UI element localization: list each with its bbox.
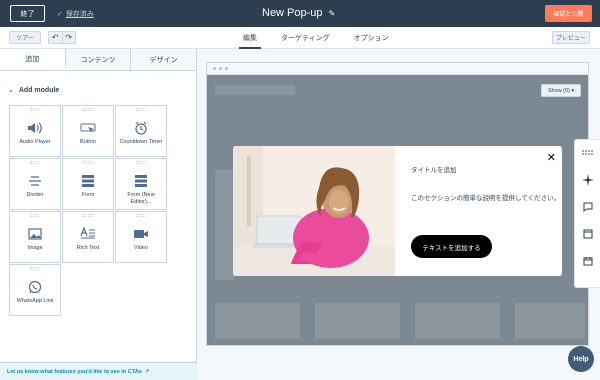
editor-tabs: 編集 ターゲティング オプション	[231, 27, 401, 49]
video-camera-icon	[132, 226, 150, 242]
comment-icon[interactable]	[581, 200, 595, 214]
drag-handle-icon	[136, 161, 146, 164]
drag-handle-icon	[136, 214, 146, 217]
calendar-icon[interactable]	[581, 254, 595, 268]
alarm-clock-icon	[132, 120, 150, 136]
button-icon	[79, 120, 97, 136]
close-icon[interactable]: ✕	[547, 151, 556, 164]
redo-icon[interactable]: ↷	[62, 31, 76, 44]
help-button[interactable]: Help	[568, 346, 594, 372]
check-icon: ✓	[57, 11, 63, 18]
drag-handle-icon	[30, 161, 40, 164]
undo-redo-group: ↶ ↷	[48, 31, 76, 44]
tab-design[interactable]: デザイン	[131, 49, 197, 70]
popup-description[interactable]: このセクションの簡単な説明を提供してください。	[411, 192, 560, 202]
chevron-down-icon: ⌄	[8, 87, 14, 94]
tab-contents[interactable]: コンテンツ	[65, 49, 132, 70]
browser-window-icon[interactable]	[581, 227, 595, 241]
module-label: Video	[134, 245, 148, 251]
placeholder-block	[315, 303, 400, 339]
feedback-link[interactable]: Let us know what features you'd like to …	[0, 362, 197, 380]
placeholder-block	[515, 303, 585, 339]
module-image[interactable]: Image	[9, 211, 61, 263]
sparkle-icon[interactable]	[581, 173, 595, 187]
external-link-icon: ↗	[144, 368, 150, 375]
module-label: Image	[27, 245, 43, 251]
title-wrap: New Pop-up ✎	[262, 7, 335, 19]
panel-tabs: 追加 コンテンツ デザイン	[0, 49, 197, 71]
module-countdown-timer[interactable]: Countdown Timer	[115, 105, 167, 157]
add-module-toggle[interactable]: ⌄ Add module	[8, 86, 60, 95]
module-rich-text[interactable]: Rich Text	[62, 211, 114, 263]
divider-icon	[26, 173, 44, 189]
window-dot-icon	[219, 67, 222, 70]
drag-handle-icon	[30, 214, 40, 217]
window-dot-icon	[225, 67, 228, 70]
drag-handle-icon	[30, 108, 40, 111]
tab-edit[interactable]: 編集	[231, 27, 269, 49]
image-icon	[26, 226, 44, 242]
module-label: Audio Player	[19, 139, 51, 145]
editor-toolbar: ツアー ↶ ↷ 編集 ターゲティング オプション プレビュー	[0, 27, 600, 49]
pencil-icon[interactable]: ✎	[329, 9, 336, 18]
saved-label[interactable]: 保存済み	[66, 9, 94, 19]
module-form-new-editor[interactable]: Form (New Editor)...	[115, 158, 167, 210]
module-label: Button	[80, 139, 96, 145]
popup-image	[233, 146, 395, 276]
preview-button[interactable]: プレビュー	[552, 31, 590, 44]
tour-button[interactable]: ツアー	[9, 31, 41, 44]
tab-targeting[interactable]: ターゲティング	[269, 27, 342, 49]
placeholder-block	[215, 170, 235, 280]
module-label: Rich Text	[76, 245, 100, 251]
drag-handle-icon	[83, 108, 93, 111]
module-button[interactable]: Button	[62, 105, 114, 157]
popup-title[interactable]: タイトルを追加	[411, 164, 457, 174]
module-divider[interactable]: Divider	[9, 158, 61, 210]
whatsapp-icon	[26, 279, 44, 295]
drag-handle-icon	[83, 214, 93, 217]
review-publish-button[interactable]: 確認と公開	[545, 5, 592, 22]
module-form[interactable]: Form	[62, 158, 114, 210]
section-title: Add module	[18, 86, 60, 94]
browser-bar	[207, 63, 588, 75]
placeholder-block	[215, 303, 300, 339]
form-icon	[79, 173, 97, 189]
show-dropdown[interactable]: Show (0) ▾	[541, 84, 581, 97]
undo-icon[interactable]: ↶	[48, 31, 63, 44]
tab-add[interactable]: 追加	[0, 49, 66, 70]
drag-handle-icon	[30, 267, 40, 270]
module-label: Divider	[26, 192, 44, 198]
popup-content: タイトルを追加 このセクションの簡単な説明を提供してください。 テキストを追加す…	[411, 146, 561, 276]
top-bar: 終了 ✓ 保存済み New Pop-up ✎ 確認と公開	[0, 0, 600, 27]
window-dot-icon	[213, 67, 216, 70]
saved-status: ✓ 保存済み	[57, 9, 94, 19]
placeholder-block	[415, 303, 500, 339]
grid-dots-icon[interactable]	[581, 146, 595, 160]
rich-text-icon	[79, 226, 97, 242]
exit-button[interactable]: 終了	[10, 5, 45, 22]
feedback-text: Let us know what features you'd like to …	[7, 368, 142, 375]
module-grid: Audio Player Button Countdown Timer Divi…	[9, 105, 167, 316]
form-icon	[132, 173, 150, 189]
module-label: Form	[81, 192, 95, 198]
module-label: WhatsApp Link	[16, 298, 54, 304]
module-label: Form (New Editor)...	[127, 192, 155, 205]
tab-options[interactable]: オプション	[342, 27, 401, 49]
left-panel: 追加 コンテンツ デザイン ⌄ Add module Audio Player …	[0, 49, 197, 380]
placeholder-block	[215, 85, 295, 95]
page-title: New Pop-up	[262, 7, 323, 19]
module-label: Countdown Timer	[119, 139, 163, 145]
popup-preview[interactable]: タイトルを追加 このセクションの簡単な説明を提供してください。 テキストを追加す…	[233, 146, 562, 276]
speaker-icon	[26, 120, 44, 136]
drag-handle-icon	[83, 161, 93, 164]
module-audio-player[interactable]: Audio Player	[9, 105, 61, 157]
module-video[interactable]: Video	[115, 211, 167, 263]
drag-handle-icon	[136, 108, 146, 111]
popup-cta-button[interactable]: テキストを追加する	[411, 235, 492, 258]
module-whatsapp-link[interactable]: WhatsApp Link	[9, 264, 61, 316]
right-toolbar	[574, 139, 600, 288]
